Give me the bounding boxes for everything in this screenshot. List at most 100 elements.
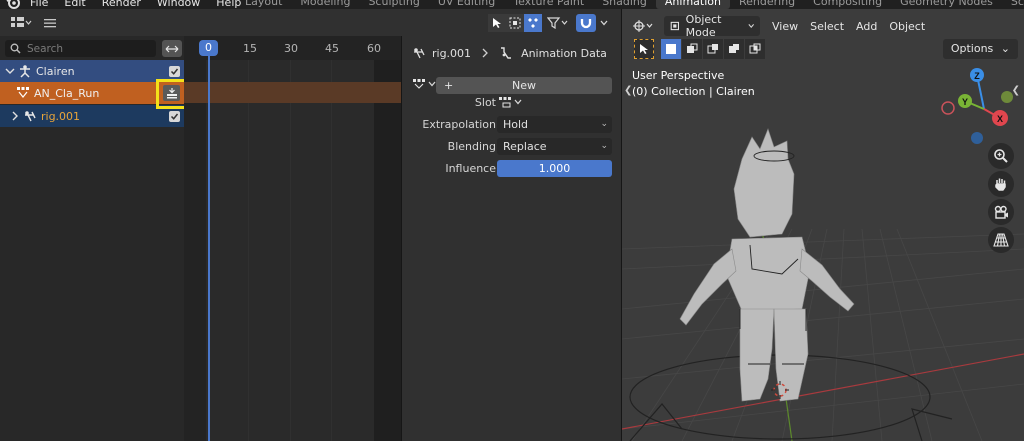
sync-selection-button[interactable] <box>162 40 182 57</box>
new-action-button[interactable]: + New <box>436 77 612 94</box>
grid-line <box>290 60 291 441</box>
props-breadcrumb: rig.001 Animation Data <box>402 36 622 70</box>
tab-compositing[interactable]: Compositing <box>804 0 891 9</box>
filter-icon[interactable] <box>547 17 569 29</box>
menu-add[interactable]: Add <box>856 20 877 33</box>
outliner-panel: Search Clairen AN_Cla_Run rig.001 <box>0 9 192 441</box>
hamburger-menu-icon[interactable] <box>44 18 56 28</box>
hand-icon <box>995 178 1006 191</box>
editor-type-button[interactable] <box>628 16 658 36</box>
sidebar-expand-arrow-icon[interactable]: ❮ <box>1012 85 1020 96</box>
menu-select[interactable]: Select <box>810 20 844 33</box>
tab-animation[interactable]: Animation <box>655 0 730 9</box>
tab-geometry-nodes[interactable]: Geometry Nodes <box>891 0 1002 9</box>
select-new-icon <box>666 44 676 54</box>
extrapolation-label: Extrapolation <box>422 118 496 131</box>
action-icon <box>17 87 29 98</box>
cursor-arrow-icon <box>640 44 648 54</box>
menu-file[interactable]: File <box>30 0 48 9</box>
slot-dropdown[interactable] <box>498 96 522 108</box>
tab-sculpting[interactable]: Sculpting <box>359 0 428 9</box>
tab-layout[interactable]: Layout <box>236 0 291 9</box>
chevron-right-icon <box>482 48 488 58</box>
keyframe-filter-button[interactable] <box>524 14 542 32</box>
chevron-right-icon[interactable] <box>10 111 20 121</box>
select-tool-group <box>488 14 542 32</box>
selection-mode-toolbar <box>634 39 766 59</box>
menu-object[interactable]: Object <box>889 20 925 33</box>
search-placeholder: Search <box>27 42 64 55</box>
outliner-item-label: rig.001 <box>41 109 81 123</box>
object-mode-label: Object Mode <box>685 13 722 39</box>
influence-label: Influence <box>445 162 496 175</box>
select-intersect-button[interactable] <box>745 39 765 59</box>
gizmo-z-label: Z <box>974 71 980 81</box>
tab-scripting[interactable]: Scripting <box>1002 0 1024 9</box>
select-extend-button[interactable] <box>682 39 702 59</box>
view-perspective-label: User Perspective <box>632 69 725 82</box>
grid-line <box>331 60 332 441</box>
top-menu-bar: File Edit Render Window Help Layout Mode… <box>0 0 1024 9</box>
dopesheet-header <box>184 9 622 36</box>
menu-render[interactable]: Render <box>102 0 141 9</box>
armature-icon <box>20 65 30 78</box>
blending-label: Blending <box>447 140 496 153</box>
select-set-new-button[interactable] <box>661 39 681 59</box>
camera-view-button[interactable] <box>988 199 1014 225</box>
current-frame-indicator[interactable]: 0 <box>199 40 218 56</box>
cursor-arrow-icon <box>493 18 501 28</box>
blending-value: Replace <box>503 140 547 153</box>
tab-texture-paint[interactable]: Texture Paint <box>504 0 593 9</box>
action-channel-band[interactable] <box>184 82 402 103</box>
plus-icon: + <box>444 79 454 92</box>
animation-properties-panel: rig.001 Animation Data + New Slot Extrap… <box>402 36 622 441</box>
animation-data-icon <box>501 47 512 59</box>
zoom-button[interactable] <box>988 143 1014 169</box>
select-invert-button[interactable] <box>724 39 744 59</box>
post-range-shade <box>374 60 402 441</box>
tab-modeling[interactable]: Modeling <box>291 0 359 9</box>
checkbox-icon[interactable] <box>169 110 180 122</box>
snapping-button[interactable] <box>576 14 596 32</box>
blender-logo-icon[interactable] <box>6 0 20 9</box>
gizmo-x-label: X <box>997 114 1003 124</box>
menu-edit[interactable]: Edit <box>64 0 85 9</box>
chevron-down-icon[interactable] <box>600 19 608 27</box>
checkbox-icon[interactable] <box>169 65 180 77</box>
tab-uv-editing[interactable]: UV Editing <box>429 0 504 9</box>
blending-dropdown[interactable]: Replace ⌄ <box>497 138 612 155</box>
action-browse-button[interactable] <box>412 78 436 90</box>
select-subtract-button[interactable] <box>703 39 723 59</box>
chevron-down-icon: ⌄ <box>600 119 608 129</box>
playhead-line[interactable] <box>208 55 210 441</box>
menu-view[interactable]: View <box>772 20 798 33</box>
3d-viewport[interactable]: Z Y X Object Mode View Select Add Object <box>622 9 1024 441</box>
slot-label: Slot <box>474 96 496 109</box>
options-dropdown[interactable]: Options ⌄ <box>942 39 1018 59</box>
outliner-search-input[interactable]: Search <box>5 40 156 57</box>
perspective-toggle-button[interactable] <box>988 227 1014 253</box>
pan-button[interactable] <box>988 171 1014 197</box>
grid-line <box>248 60 249 441</box>
editor-type-icon[interactable] <box>10 16 32 30</box>
armature-object-icon <box>25 111 36 122</box>
breadcrumb-section: Animation Data <box>521 46 607 60</box>
chevron-down-icon[interactable] <box>5 66 15 76</box>
dopesheet-timeline[interactable]: 15 30 45 60 0 <box>184 36 402 441</box>
select-tool-button[interactable] <box>488 14 506 32</box>
influence-slider[interactable]: 1.000 <box>497 160 612 177</box>
outliner-item-label: AN_Cla_Run <box>34 86 100 100</box>
armature-object-icon <box>414 48 425 59</box>
object-mode-dropdown[interactable]: Object Mode <box>664 13 760 39</box>
tweak-tool-button[interactable] <box>634 39 654 59</box>
select-extend-icon <box>687 43 698 53</box>
active-collection-label: (0) Collection | Clairen <box>632 85 755 98</box>
tab-shading[interactable]: Shading <box>593 0 656 9</box>
menu-window[interactable]: Window <box>157 0 200 9</box>
box-select-icon <box>509 17 521 29</box>
extrapolation-dropdown[interactable]: Hold ⌄ <box>497 116 612 133</box>
box-select-button[interactable] <box>506 14 524 32</box>
influence-value: 1.000 <box>538 162 571 175</box>
tab-rendering[interactable]: Rendering <box>730 0 804 9</box>
magnet-icon <box>580 19 592 29</box>
